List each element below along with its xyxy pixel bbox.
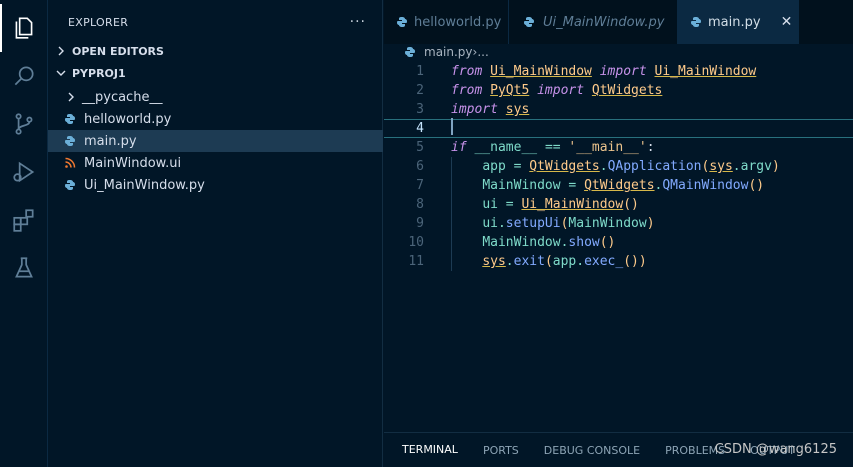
source-control-icon[interactable] <box>0 100 48 148</box>
tree-item-label: main.py <box>84 133 137 149</box>
tree-item-label: helloworld.py <box>84 111 172 127</box>
line-number: 3 <box>416 102 424 117</box>
code-line[interactable]: 6 app = QtWidgets.QApplication(sys.argv) <box>384 157 853 176</box>
code-text: if __name__ == '__main__': <box>451 140 655 155</box>
watermark: CSDN @wang6125 <box>714 442 837 457</box>
code-editor[interactable]: 1 from Ui_MainWindow import Ui_MainWindow… <box>384 60 853 432</box>
python-file-icon <box>521 14 537 30</box>
open-editors-section[interactable]: OPEN EDITORS <box>48 40 383 62</box>
tree-file-ui-mainwindow[interactable]: Ui_MainWindow.py <box>48 174 383 196</box>
tree-item-label: Ui_MainWindow.py <box>84 177 205 193</box>
line-number: 11 <box>408 254 424 269</box>
code-text: MainWindow.show() <box>482 235 616 250</box>
code-line[interactable]: 5 if __name__ == '__main__': <box>384 138 853 157</box>
python-file-icon <box>62 133 78 149</box>
tab-ui-mainwindow[interactable]: Ui_MainWindow.py <box>509 0 678 44</box>
chevron-down-icon <box>54 66 68 80</box>
panel-tab-debug-console[interactable]: DEBUG CONSOLE <box>544 433 640 467</box>
code-text: ui = Ui_MainWindow() <box>482 197 639 212</box>
tree-folder-pycache[interactable]: __pycache__ <box>48 86 383 108</box>
line-number: 9 <box>416 216 424 231</box>
code-text: sys.exit(app.exec_()) <box>482 254 647 269</box>
line-number: 10 <box>408 235 424 250</box>
code-line[interactable]: 7 MainWindow = QtWidgets.QMainWindow() <box>384 176 853 195</box>
breadcrumb[interactable]: main.py › ... <box>384 44 853 60</box>
project-label: PYPROJ1 <box>72 66 126 80</box>
code-text: app = QtWidgets.QApplication(sys.argv) <box>482 159 780 174</box>
tab-helloworld[interactable]: helloworld.py <box>384 0 509 44</box>
code-text: ui.setupUi(MainWindow) <box>482 216 655 231</box>
code-line[interactable]: 8 ui = Ui_MainWindow() <box>384 195 853 214</box>
chevron-right-icon <box>54 44 68 58</box>
python-file-icon <box>62 111 78 127</box>
tree-file-mainwindow-ui[interactable]: MainWindow.ui <box>48 152 383 174</box>
code-line[interactable]: 1 from Ui_MainWindow import Ui_MainWindow <box>384 62 853 81</box>
code-line[interactable]: 11 sys.exit(app.exec_()) <box>384 252 853 271</box>
tab-label: main.py <box>708 14 761 30</box>
tree-item-label: MainWindow.ui <box>84 155 182 171</box>
code-text <box>451 118 453 139</box>
tab-label: helloworld.py <box>414 14 502 30</box>
chevron-right-icon <box>64 90 78 104</box>
explorer-icon[interactable] <box>0 4 48 52</box>
open-editors-label: OPEN EDITORS <box>72 44 164 58</box>
panel-tab-ports[interactable]: PORTS <box>483 433 519 467</box>
tree-file-helloworld[interactable]: helloworld.py <box>48 108 383 130</box>
tree-item-label: __pycache__ <box>82 89 163 105</box>
breadcrumb-symbol[interactable]: ... <box>477 45 488 59</box>
breadcrumb-file[interactable]: main.py <box>424 45 473 59</box>
line-number: 4 <box>416 121 424 136</box>
panel-tab-terminal[interactable]: TERMINAL <box>402 433 458 467</box>
testing-flask-icon[interactable] <box>0 244 48 292</box>
code-text: MainWindow = QtWidgets.QMainWindow() <box>482 178 765 193</box>
tree-file-main[interactable]: main.py <box>48 130 383 152</box>
rss-file-icon <box>62 155 78 171</box>
tab-main[interactable]: main.py ✕ <box>678 0 799 44</box>
project-section[interactable]: PYPROJ1 <box>48 62 383 84</box>
extensions-icon[interactable] <box>0 196 48 244</box>
code-line[interactable]: 3 import sys <box>384 100 853 119</box>
python-file-icon <box>690 14 702 30</box>
code-line[interactable]: 9 ui.setupUi(MainWindow) <box>384 214 853 233</box>
line-number: 8 <box>416 197 424 212</box>
code-line[interactable]: 4 <box>384 118 853 139</box>
line-number: 1 <box>416 64 424 79</box>
sidebar-header: EXPLORER ··· <box>48 0 382 44</box>
more-actions-button[interactable]: ··· <box>350 14 366 30</box>
editor-tab-bar: helloworld.py Ui_MainWindow.py main.py ✕ <box>384 0 853 44</box>
search-icon[interactable] <box>0 52 48 100</box>
line-number: 2 <box>416 83 424 98</box>
text-cursor <box>451 118 453 135</box>
explorer-sidebar: EXPLORER ··· OPEN EDITORS PYPROJ1 __pyca… <box>48 0 383 467</box>
sidebar-title: EXPLORER <box>68 15 129 29</box>
code-text: from PyQt5 import QtWidgets <box>451 83 663 98</box>
python-file-icon <box>62 177 78 193</box>
close-icon[interactable]: ✕ <box>781 14 793 30</box>
code-text: from Ui_MainWindow import Ui_MainWindow <box>451 64 757 79</box>
line-number: 6 <box>416 159 424 174</box>
run-debug-icon[interactable] <box>0 148 48 196</box>
activity-bar <box>0 0 48 467</box>
python-file-icon <box>402 44 418 60</box>
line-number: 7 <box>416 178 424 193</box>
code-line[interactable]: 2 from PyQt5 import QtWidgets <box>384 81 853 100</box>
python-file-icon <box>396 14 408 30</box>
code-line[interactable]: 10 MainWindow.show() <box>384 233 853 252</box>
line-number: 5 <box>416 140 424 155</box>
tab-label: Ui_MainWindow.py <box>543 14 665 30</box>
code-text: import sys <box>451 102 530 117</box>
